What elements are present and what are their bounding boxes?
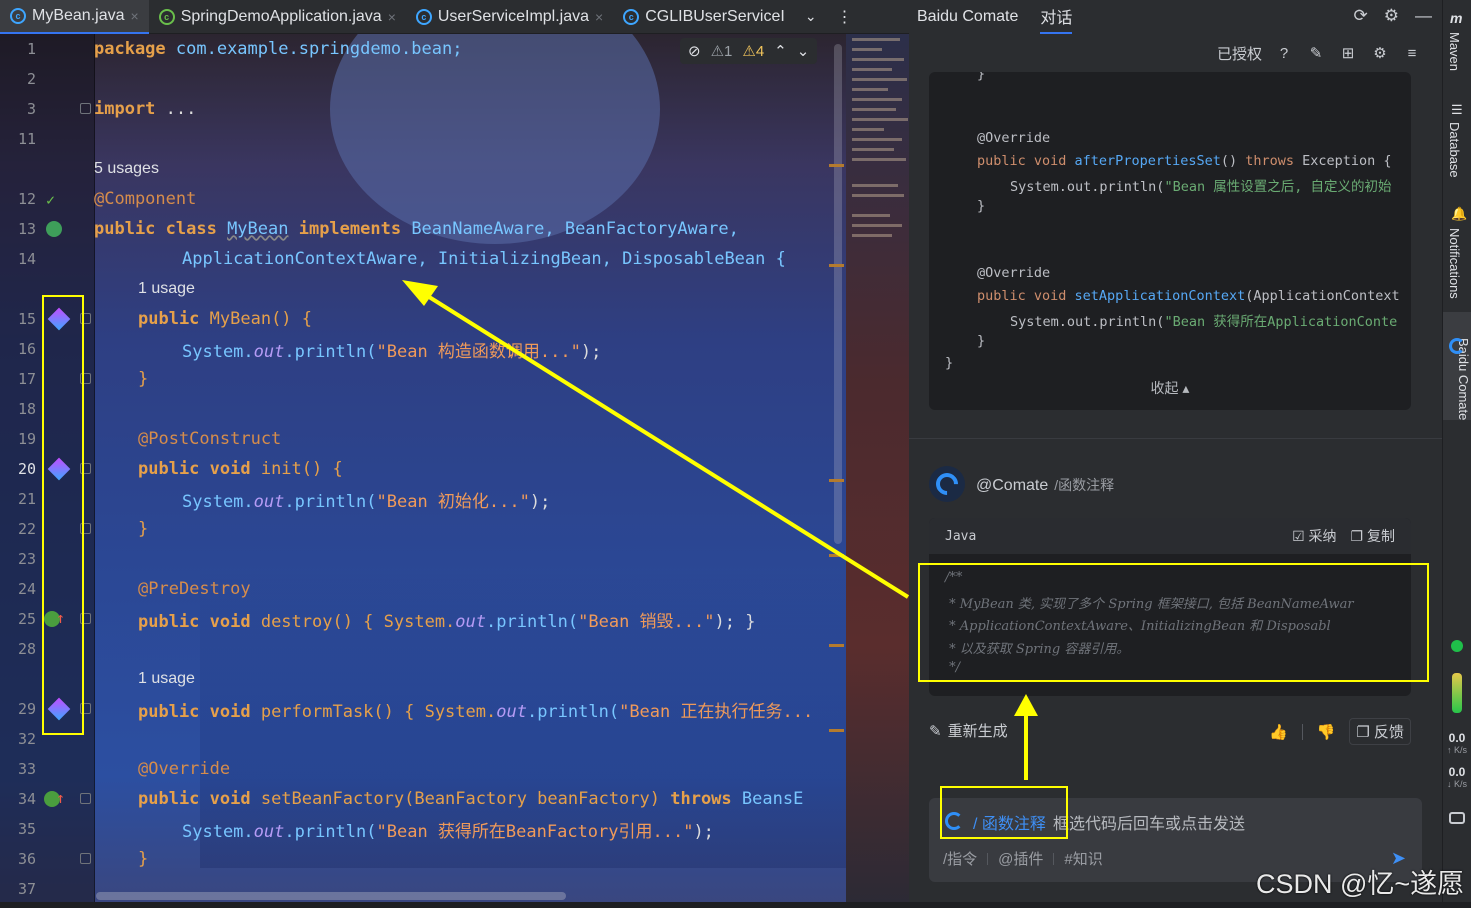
arrow-line	[416, 288, 910, 599]
annotation-arrows	[402, 280, 1038, 780]
arrow-head	[1014, 694, 1038, 716]
status-strip	[0, 902, 1471, 908]
ide-window: c MyBean.java × c SpringDemoApplication.…	[0, 0, 1471, 908]
arrow-head	[402, 280, 438, 306]
watermark: CSDN @忆~遂愿	[1256, 869, 1465, 899]
